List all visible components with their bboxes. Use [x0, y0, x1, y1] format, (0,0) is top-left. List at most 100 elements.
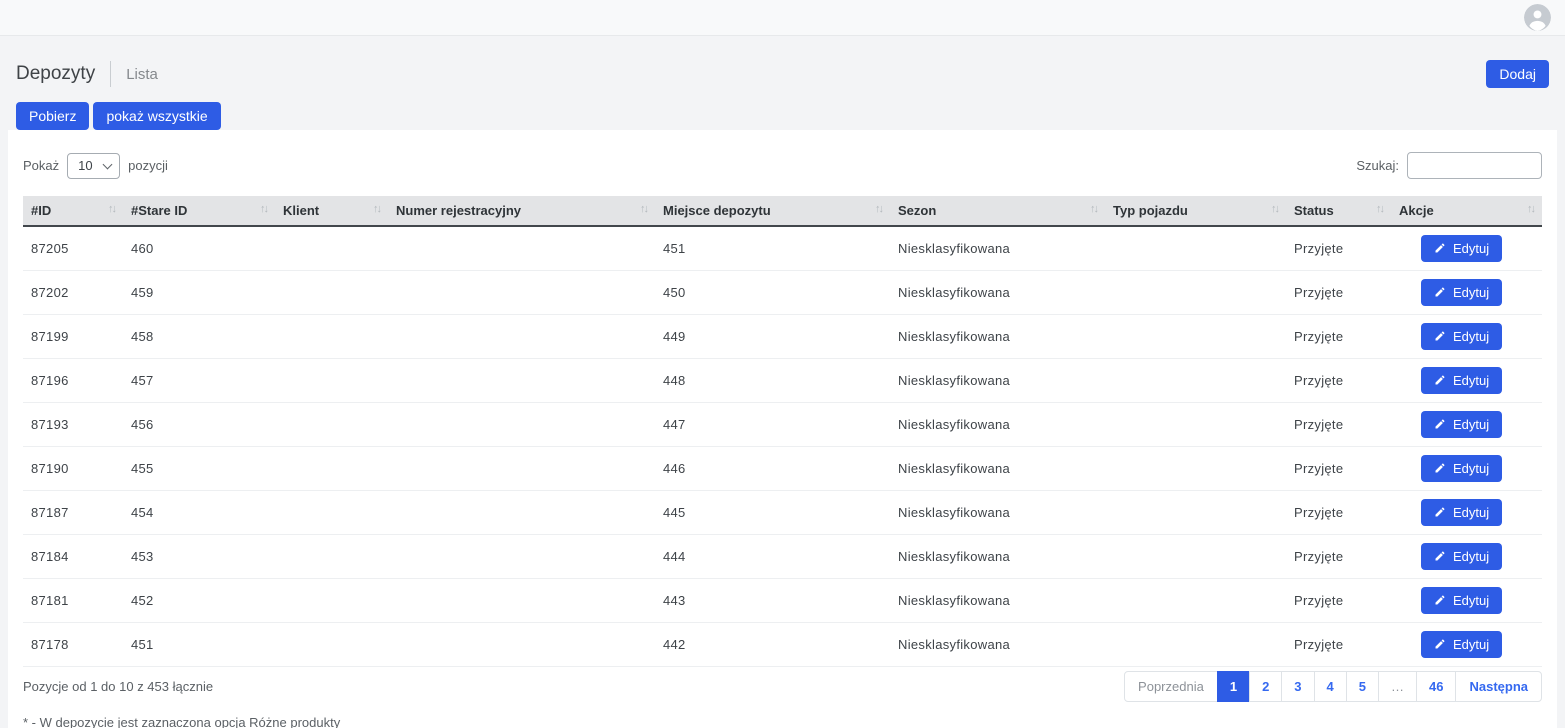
entries-info: Pozycje od 1 do 10 z 453 łącznie [23, 679, 213, 694]
cell-status: Przyjęte [1286, 270, 1391, 314]
cell-id: 87187 [23, 490, 123, 534]
edit-button[interactable]: Edytuj [1421, 367, 1502, 394]
edit-button[interactable]: Edytuj [1421, 279, 1502, 306]
column-header-status[interactable]: ↑↓Status [1286, 196, 1391, 226]
deposits-table: ↑↓#ID↑↓#Stare ID↑↓Klient↑↓Numer rejestra… [23, 196, 1542, 667]
column-header-numer-rejestracyjny[interactable]: ↑↓ Numer rejestracyjny [388, 196, 655, 226]
cell-klient [275, 314, 388, 358]
table-card: Pokaż 10 pozycji Szukaj: ↑↓#ID↑↓#Stare I… [8, 130, 1557, 728]
cell-numer-rejestracyjny [388, 446, 655, 490]
cell-sezon: Niesklasyfikowana [890, 578, 1105, 622]
column-header-miejsce-depozytu[interactable]: ↑↓Miejsce depozytu [655, 196, 890, 226]
sort-icon: ↑↓ [1090, 203, 1097, 215]
table-row: 87187 454 445 Niesklasyfikowana Przyjęte… [23, 490, 1542, 534]
cell-numer-rejestracyjny [388, 490, 655, 534]
cell-status: Przyjęte [1286, 490, 1391, 534]
cell-stare-id: 456 [123, 402, 275, 446]
column-header-sezon[interactable]: ↑↓Sezon [890, 196, 1105, 226]
pagination-page-1[interactable]: 1 [1217, 671, 1250, 702]
edit-button[interactable]: Edytuj [1421, 235, 1502, 262]
sort-icon: ↑↓ [640, 203, 647, 215]
table-row: 87205 460 451 Niesklasyfikowana Przyjęte… [23, 226, 1542, 270]
table-row: 87202 459 450 Niesklasyfikowana Przyjęte… [23, 270, 1542, 314]
sort-icon: ↑↓ [1527, 203, 1534, 215]
cell-sezon: Niesklasyfikowana [890, 270, 1105, 314]
top-navbar [0, 0, 1565, 36]
column-header-label: Klient [283, 203, 319, 218]
cell-akcje: Edytuj [1391, 490, 1542, 534]
cell-typ-pojazdu [1105, 226, 1286, 270]
cell-stare-id: 451 [123, 622, 275, 666]
pagination-page-2[interactable]: 2 [1249, 671, 1282, 702]
pagination-page-3[interactable]: 3 [1281, 671, 1314, 702]
show-all-button[interactable]: pokaż wszystkie [93, 102, 220, 130]
pencil-icon [1434, 550, 1446, 562]
cell-klient [275, 490, 388, 534]
page-size-select[interactable]: 10 [67, 153, 120, 179]
cell-typ-pojazdu [1105, 578, 1286, 622]
column-header-klient[interactable]: ↑↓Klient [275, 196, 388, 226]
add-button[interactable]: Dodaj [1486, 60, 1549, 88]
table-row: 87193 456 447 Niesklasyfikowana Przyjęte… [23, 402, 1542, 446]
download-button[interactable]: Pobierz [16, 102, 89, 130]
cell-klient [275, 270, 388, 314]
edit-button[interactable]: Edytuj [1421, 543, 1502, 570]
column-header-akcje[interactable]: ↑↓Akcje [1391, 196, 1542, 226]
cell-id: 87199 [23, 314, 123, 358]
column-header-label: Numer rejestracyjny [396, 203, 521, 218]
table-row: 87196 457 448 Niesklasyfikowana Przyjęte… [23, 358, 1542, 402]
pencil-icon [1434, 374, 1446, 386]
pagination-page-46[interactable]: 46 [1416, 671, 1456, 702]
cell-typ-pojazdu [1105, 358, 1286, 402]
pagination-page-4[interactable]: 4 [1314, 671, 1347, 702]
cell-typ-pojazdu [1105, 446, 1286, 490]
column-header-label: Status [1294, 203, 1334, 218]
cell-id: 87196 [23, 358, 123, 402]
pagination-next[interactable]: Następna [1455, 671, 1542, 702]
sort-icon: ↑↓ [108, 203, 115, 215]
search-input[interactable] [1407, 152, 1542, 179]
cell-miejsce-depozytu: 443 [655, 578, 890, 622]
cell-akcje: Edytuj [1391, 578, 1542, 622]
search-label: Szukaj: [1356, 158, 1399, 173]
pencil-icon [1434, 638, 1446, 650]
cell-numer-rejestracyjny [388, 226, 655, 270]
pencil-icon [1434, 242, 1446, 254]
cell-id: 87193 [23, 402, 123, 446]
page-title: Depozyty [16, 63, 95, 85]
cell-klient [275, 622, 388, 666]
pencil-icon [1434, 286, 1446, 298]
edit-button[interactable]: Edytuj [1421, 631, 1502, 658]
cell-typ-pojazdu [1105, 270, 1286, 314]
pagination-previous[interactable]: Poprzednia [1124, 671, 1218, 702]
edit-button[interactable]: Edytuj [1421, 455, 1502, 482]
edit-button[interactable]: Edytuj [1421, 323, 1502, 350]
cell-miejsce-depozytu: 442 [655, 622, 890, 666]
cell-status: Przyjęte [1286, 358, 1391, 402]
cell-typ-pojazdu [1105, 534, 1286, 578]
cell-sezon: Niesklasyfikowana [890, 446, 1105, 490]
edit-button[interactable]: Edytuj [1421, 499, 1502, 526]
table-row: 87181 452 443 Niesklasyfikowana Przyjęte… [23, 578, 1542, 622]
column-header-label: Miejsce depozytu [663, 203, 771, 218]
pagination-page-5[interactable]: 5 [1346, 671, 1379, 702]
column-header-label: #Stare ID [131, 203, 187, 218]
cell-klient [275, 534, 388, 578]
user-avatar-icon[interactable] [1524, 4, 1551, 31]
sort-icon: ↑↓ [260, 203, 267, 215]
cell-stare-id: 455 [123, 446, 275, 490]
cell-klient [275, 226, 388, 270]
cell-numer-rejestracyjny [388, 402, 655, 446]
column-header-typ-pojazdu[interactable]: ↑↓Typ pojazdu [1105, 196, 1286, 226]
table-row: 87178 451 442 Niesklasyfikowana Przyjęte… [23, 622, 1542, 666]
cell-stare-id: 453 [123, 534, 275, 578]
edit-button[interactable]: Edytuj [1421, 411, 1502, 438]
edit-button[interactable]: Edytuj [1421, 587, 1502, 614]
cell-akcje: Edytuj [1391, 622, 1542, 666]
cell-akcje: Edytuj [1391, 226, 1542, 270]
column-header--stare-id[interactable]: ↑↓ #Stare ID [123, 196, 275, 226]
edit-button-label: Edytuj [1453, 241, 1489, 256]
cell-id: 87178 [23, 622, 123, 666]
cell-akcje: Edytuj [1391, 534, 1542, 578]
column-header--id[interactable]: ↑↓#ID [23, 196, 123, 226]
